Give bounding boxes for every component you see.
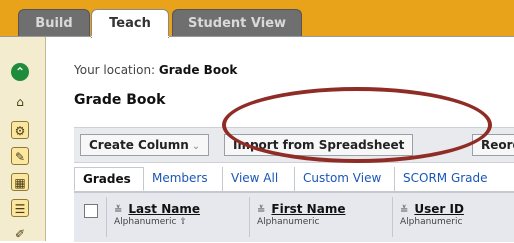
select-all-checkbox[interactable] xyxy=(84,204,98,218)
tab-student-view[interactable]: Student View xyxy=(172,9,302,37)
tab-view-all[interactable]: View All xyxy=(223,167,295,191)
tab-grades[interactable]: Grades xyxy=(74,167,144,191)
grade-table-header: ≚ Last Name Alphanumeric ⇧ ≚ First Name Al… xyxy=(74,192,514,242)
calendar-icon[interactable]: ▦ xyxy=(11,173,29,191)
column-menu-icon[interactable]: ≚ xyxy=(400,205,408,216)
breadcrumb-current: Grade Book xyxy=(158,63,238,77)
home-icon[interactable]: ⌂ xyxy=(11,93,29,111)
column-divider xyxy=(249,197,250,237)
tab-members[interactable]: Members xyxy=(144,167,223,191)
sort-type-label: Alphanumeric xyxy=(114,217,177,227)
column-divider xyxy=(392,197,393,237)
column-title: First Name xyxy=(271,202,346,216)
chat-icon[interactable]: ☰ xyxy=(11,199,29,217)
tab-build[interactable]: Build xyxy=(18,9,90,37)
breadcrumb-prefix: Your location: xyxy=(74,63,159,77)
top-tab-bar: Build Teach Student View xyxy=(0,0,514,38)
column-first-name[interactable]: ≚ First Name Alphanumeric xyxy=(257,202,345,227)
sort-arrow-icon[interactable]: ⇧ xyxy=(179,217,187,227)
create-column-label: Create Column xyxy=(89,138,189,152)
main-content: Your location: Grade Book Grade Book Cre… xyxy=(60,37,514,242)
tools-icon[interactable]: ⚙ xyxy=(11,121,29,139)
sort-type-label: Alphanumeric xyxy=(400,217,463,227)
chevron-down-icon: ⌄ xyxy=(191,141,201,152)
collapse-up-icon[interactable]: ⌃ xyxy=(11,63,29,81)
sort-type-label: Alphanumeric xyxy=(257,217,320,227)
tab-teach[interactable]: Teach xyxy=(91,9,169,38)
edit-icon[interactable]: ✎ xyxy=(11,147,29,165)
reorder-button[interactable]: Reord xyxy=(472,134,514,156)
tool-rail: ⌃ ⌂ ⚙ ✎ ▦ ☰ ✐ xyxy=(0,37,46,241)
column-user-id[interactable]: ≚ User ID Alphanumeric xyxy=(400,202,464,227)
tab-scorm-grades[interactable]: SCORM Grade xyxy=(395,167,514,191)
grade-book-tabs: Grades Members View All Custom View SCOR… xyxy=(74,165,514,192)
column-divider xyxy=(106,197,107,237)
column-title: User ID xyxy=(414,202,464,216)
breadcrumb: Your location: Grade Book xyxy=(74,63,237,77)
column-menu-icon[interactable]: ≚ xyxy=(257,205,265,216)
create-column-button[interactable]: Create Column ⌄ xyxy=(80,134,210,156)
import-from-spreadsheet-button[interactable]: Import from Spreadsheet xyxy=(224,134,414,156)
tab-custom-view[interactable]: Custom View xyxy=(295,167,395,191)
action-toolbar: Create Column ⌄ Import from Spreadsheet R… xyxy=(74,127,514,163)
column-menu-icon[interactable]: ≚ xyxy=(114,205,122,216)
column-title: Last Name xyxy=(128,202,200,216)
pencil-icon[interactable]: ✐ xyxy=(11,225,29,243)
page-title: Grade Book xyxy=(74,92,166,108)
column-last-name[interactable]: ≚ Last Name Alphanumeric ⇧ xyxy=(114,202,200,227)
